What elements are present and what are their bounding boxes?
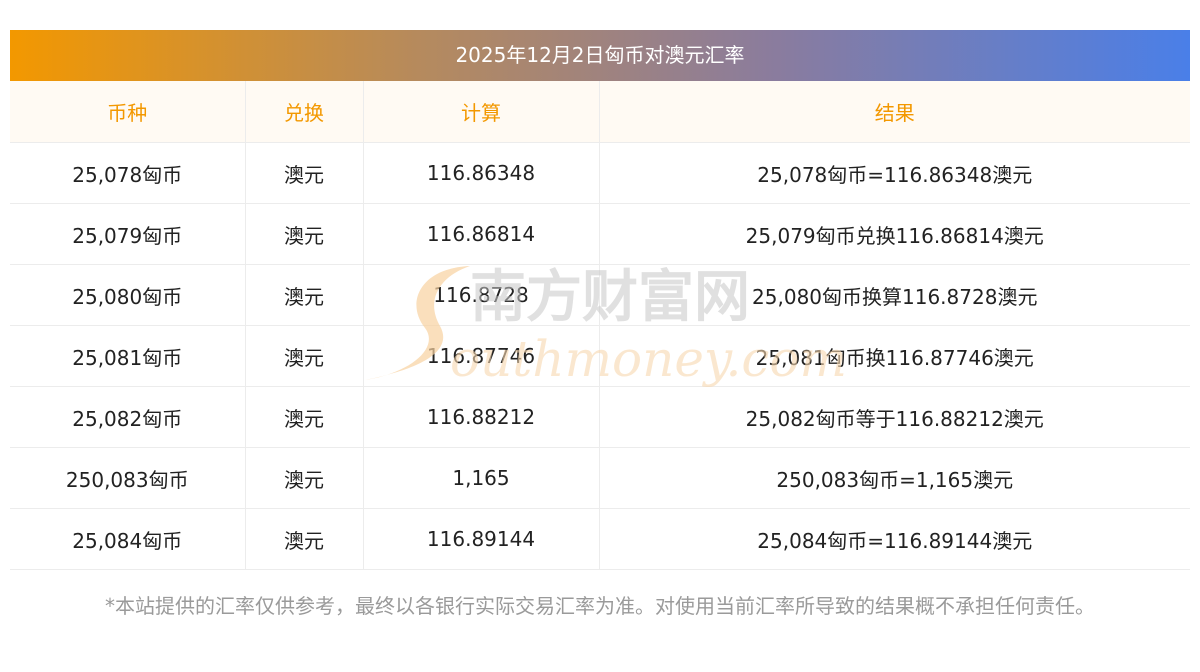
table-row: 25,078匈币 澳元 116.86348 25,078匈币=116.86348… (10, 142, 1190, 204)
disclaimer-note: *本站提供的汇率仅供参考，最终以各银行实际交易汇率为准。对使用当前汇率所导致的结… (105, 594, 1095, 618)
header-row: 币种 兑换 计算 结果 (10, 81, 1190, 143)
cell-exchange: 澳元 (245, 264, 364, 326)
cell-result: 25,080匈币换算116.8728澳元 (599, 264, 1190, 326)
cell-calculation: 116.87746 (363, 325, 600, 387)
cell-currency: 250,083匈币 (10, 447, 246, 509)
table-row: 25,079匈币 澳元 116.86814 25,079匈币兑换116.8681… (10, 203, 1190, 265)
cell-currency: 25,084匈币 (10, 508, 246, 570)
header-result: 结果 (599, 81, 1190, 143)
cell-currency: 25,080匈币 (10, 264, 246, 326)
cell-calculation: 116.8728 (363, 264, 600, 326)
table-title: 2025年12月2日匈币对澳元汇率 (10, 30, 1190, 81)
cell-exchange: 澳元 (245, 203, 364, 265)
cell-result: 25,084匈币=116.89144澳元 (599, 508, 1190, 570)
table-row: 25,082匈币 澳元 116.88212 25,082匈币等于116.8821… (10, 386, 1190, 448)
table-row: 25,080匈币 澳元 116.8728 25,080匈币换算116.8728澳… (10, 264, 1190, 326)
cell-currency: 25,082匈币 (10, 386, 246, 448)
cell-result: 25,078匈币=116.86348澳元 (599, 142, 1190, 204)
cell-result: 25,081匈币换116.87746澳元 (599, 325, 1190, 387)
cell-result: 250,083匈币=1,165澳元 (599, 447, 1190, 509)
exchange-rate-table: 币种 兑换 计算 结果 25,078匈币 澳元 116.86348 25,078… (10, 81, 1190, 570)
cell-currency: 25,081匈币 (10, 325, 246, 387)
cell-calculation: 116.88212 (363, 386, 600, 448)
cell-calculation: 116.86348 (363, 142, 600, 204)
cell-exchange: 澳元 (245, 325, 364, 387)
cell-result: 25,082匈币等于116.88212澳元 (599, 386, 1190, 448)
rate-table-container: 2025年12月2日匈币对澳元汇率 币种 兑换 计算 结果 25,078匈币 澳… (10, 30, 1190, 570)
cell-currency: 25,078匈币 (10, 142, 246, 204)
cell-calculation: 116.89144 (363, 508, 600, 570)
cell-calculation: 116.86814 (363, 203, 600, 265)
header-exchange: 兑换 (245, 81, 364, 143)
table-row: 250,083匈币 澳元 1,165 250,083匈币=1,165澳元 (10, 447, 1190, 509)
header-calculation: 计算 (363, 81, 600, 143)
cell-result: 25,079匈币兑换116.86814澳元 (599, 203, 1190, 265)
cell-exchange: 澳元 (245, 447, 364, 509)
cell-exchange: 澳元 (245, 508, 364, 570)
table-row: 25,081匈币 澳元 116.87746 25,081匈币换116.87746… (10, 325, 1190, 387)
cell-currency: 25,079匈币 (10, 203, 246, 265)
header-currency: 币种 (10, 81, 246, 143)
cell-calculation: 1,165 (363, 447, 600, 509)
cell-exchange: 澳元 (245, 386, 364, 448)
cell-exchange: 澳元 (245, 142, 364, 204)
table-row: 25,084匈币 澳元 116.89144 25,084匈币=116.89144… (10, 508, 1190, 570)
